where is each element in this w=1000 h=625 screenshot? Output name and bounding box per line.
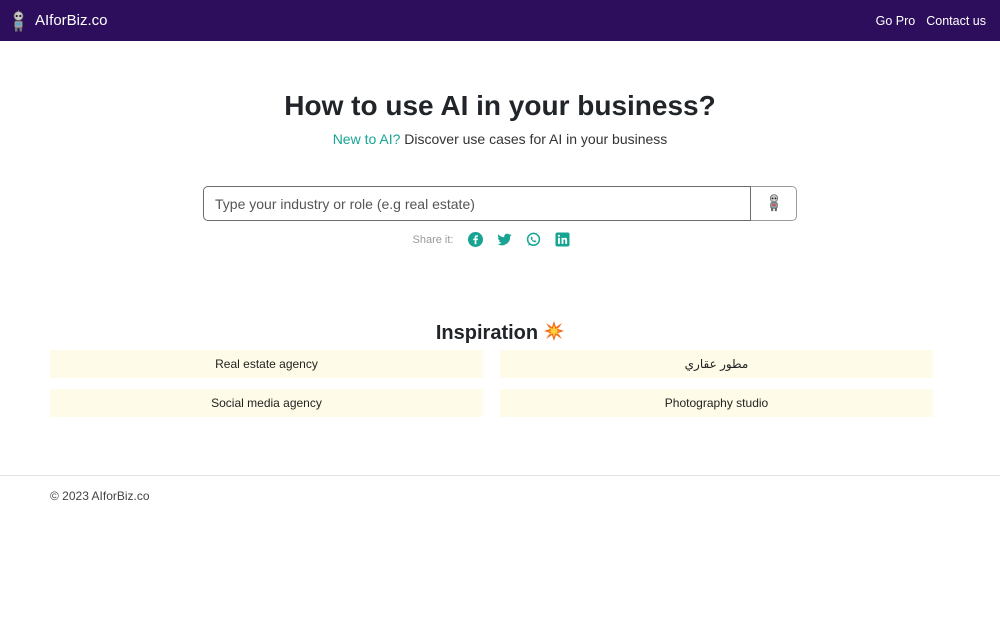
robot-icon — [767, 193, 781, 215]
brand-name: AIforBiz.co — [35, 12, 108, 29]
top-navbar: AIforBiz.co Go Pro Contact us — [0, 0, 1000, 41]
hero-subtitle-text: Discover use cases for AI in your busine… — [400, 131, 668, 147]
brand-link[interactable]: AIforBiz.co — [10, 9, 108, 32]
facebook-icon[interactable] — [468, 232, 484, 247]
new-to-ai-link[interactable]: New to AI? — [333, 131, 401, 147]
collision-emoji-icon — [544, 321, 565, 341]
twitter-icon[interactable] — [497, 232, 513, 247]
footer-divider — [0, 475, 1000, 476]
page-title: How to use AI in your business? — [284, 90, 716, 121]
whatsapp-icon[interactable] — [526, 232, 541, 247]
share-label: Share it: — [412, 233, 454, 246]
inspiration-card-social-media-agency[interactable]: Social media agency — [50, 389, 483, 417]
linkedin-icon[interactable] — [555, 232, 571, 247]
search-group — [203, 186, 797, 221]
inspiration-heading: Inspiration — [0, 321, 1000, 345]
industry-search-input[interactable] — [203, 186, 751, 221]
inspiration-card-real-estate-agency[interactable]: Real estate agency — [50, 350, 483, 378]
inspiration-title: Inspiration — [435, 322, 539, 344]
nav-links: Go Pro Contact us — [876, 14, 986, 28]
hero-subtitle: New to AI? Discover use cases for AI in … — [0, 131, 1000, 147]
footer-copyright: © 2023 AIforBiz.co — [50, 489, 150, 503]
share-bar: Share it: — [0, 232, 1000, 247]
contact-us-link[interactable]: Contact us — [926, 14, 986, 28]
search-submit-button[interactable] — [751, 186, 797, 221]
inspiration-card-photography-studio[interactable]: Photography studio — [500, 389, 933, 417]
go-pro-link[interactable]: Go Pro — [876, 14, 916, 28]
robot-logo-icon — [10, 9, 27, 32]
inspiration-card-real-estate-developer-arabic[interactable]: مطور عقاري — [500, 350, 933, 378]
